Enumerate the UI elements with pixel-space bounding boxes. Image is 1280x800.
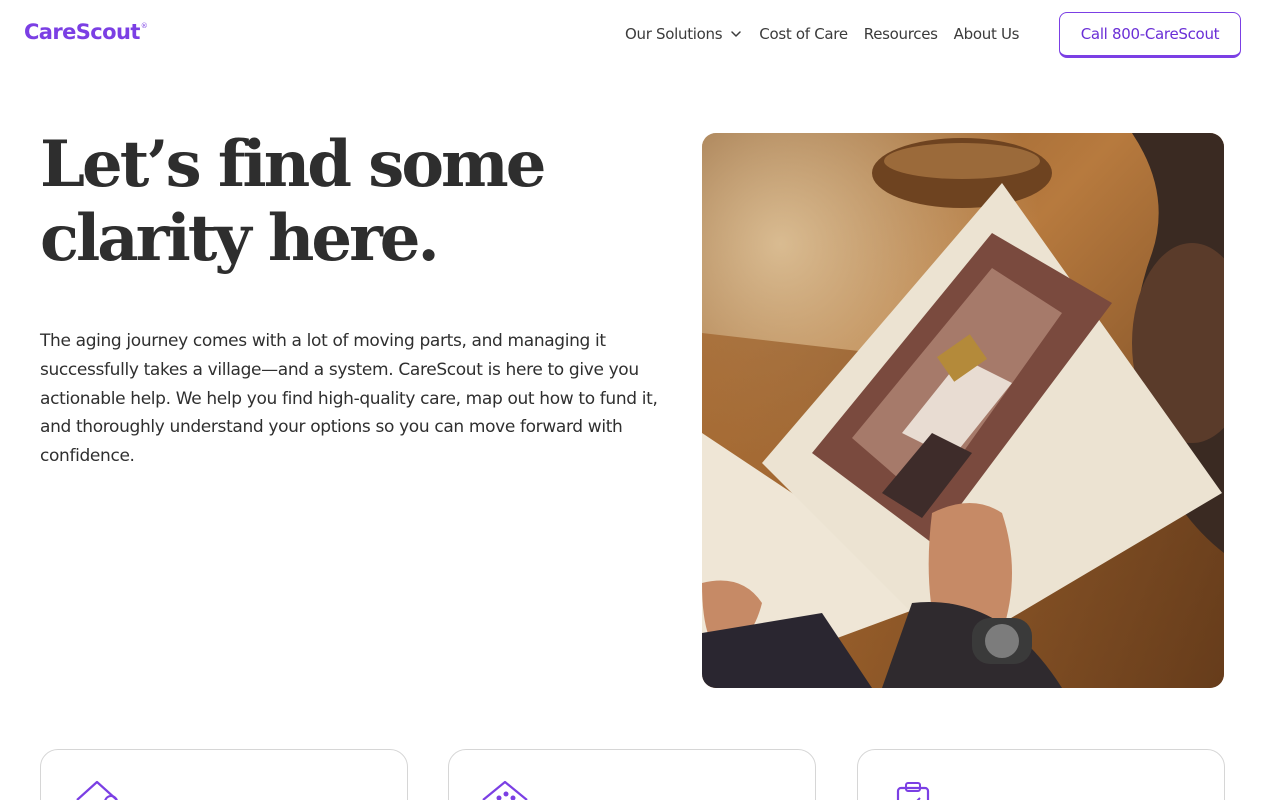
main-nav: Our Solutions Cost of Care Resources Abo… (625, 24, 1019, 44)
call-button-label: Call 800-CareScout (1080, 25, 1220, 43)
nav-about-us[interactable]: About Us (954, 25, 1020, 43)
nav-our-solutions[interactable]: Our Solutions (625, 25, 743, 43)
feature-card-find-care[interactable] (40, 749, 408, 800)
registered-mark: ® (140, 22, 148, 30)
hero-title-line-2: clarity here. (40, 201, 440, 276)
chevron-down-icon (731, 31, 742, 37)
nav-cost-of-care-label: Cost of Care (759, 25, 848, 43)
carescout-logo[interactable]: CareScout® (24, 20, 148, 44)
feature-card-understand-options[interactable] (857, 749, 1225, 800)
hero-title-line-1: Let’s find some (40, 127, 546, 202)
nav-about-us-label: About Us (953, 25, 1020, 43)
clipboard-check-icon (896, 782, 930, 800)
hero-title: Let’s find some clarity here. (40, 128, 680, 276)
nav-resources[interactable]: Resources (864, 25, 938, 43)
site-header: CareScout® Our Solutions Cost of Care Re… (0, 0, 1280, 70)
feature-card-fund-care[interactable] (448, 749, 816, 800)
nav-cost-of-care[interactable]: Cost of Care (759, 25, 848, 43)
call-button[interactable]: Call 800-CareScout (1059, 12, 1241, 58)
house-search-icon (76, 780, 118, 800)
hero-description: The aging journey comes with a lot of mo… (40, 331, 658, 467)
photo-album-illustration (702, 133, 1224, 688)
house-people-icon (482, 780, 528, 800)
hero-photo (702, 133, 1224, 688)
nav-resources-label: Resources (863, 25, 938, 43)
nav-our-solutions-label: Our Solutions (625, 25, 723, 43)
logo-text: CareScout (24, 20, 140, 44)
